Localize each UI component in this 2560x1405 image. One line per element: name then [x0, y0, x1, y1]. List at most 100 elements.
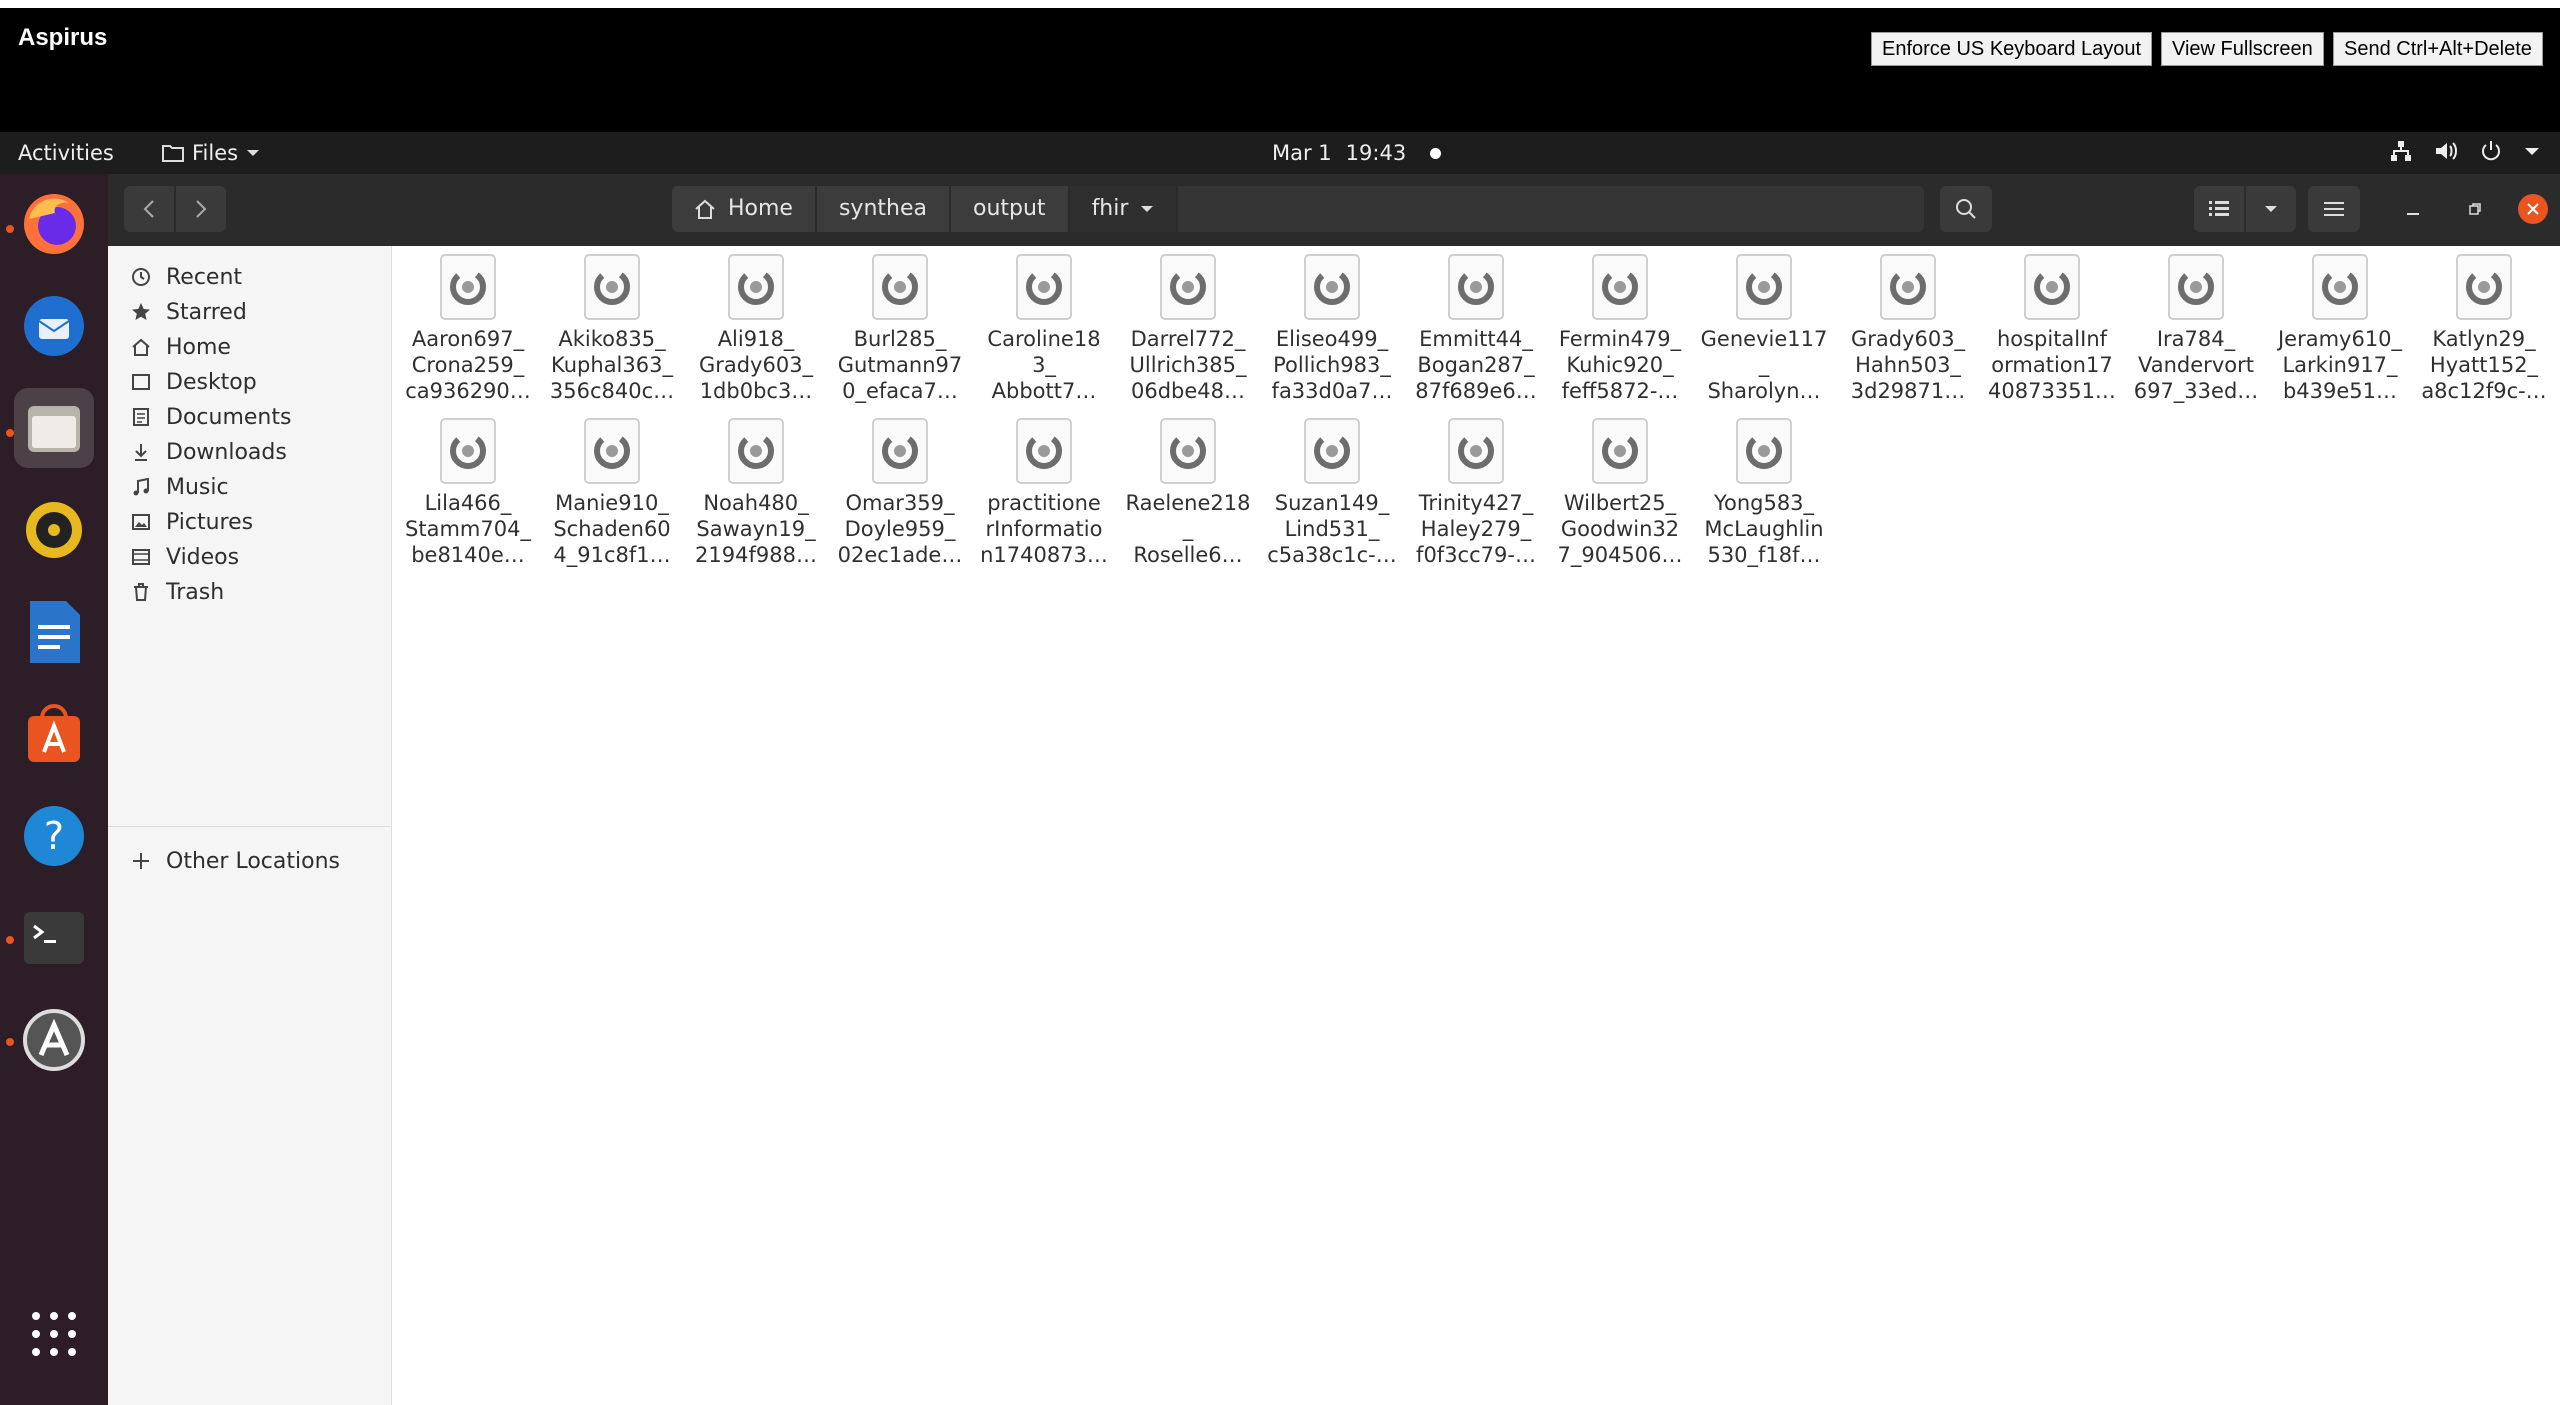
crumb-synthea[interactable]: synthea	[816, 186, 949, 232]
clock-time: 19:43	[1345, 141, 1407, 165]
rhythmbox-icon[interactable]	[14, 490, 94, 570]
plus-icon	[130, 850, 152, 872]
file-name: Emmitt44_ Bogan287_ 87f689e6…	[1415, 327, 1537, 403]
minimize-button[interactable]	[2398, 194, 2428, 224]
menu-button[interactable]	[2308, 186, 2360, 232]
star-icon	[130, 301, 152, 323]
file-name: Eliseo499_ Pollich983_ fa33d0a7…	[1271, 327, 1393, 403]
file-item[interactable]: Darrel772_ Ullrich385_ 06dbe48…	[1120, 254, 1256, 404]
sidebar-item-label: Recent	[166, 264, 243, 290]
terminal-icon[interactable]	[14, 898, 94, 978]
file-item[interactable]: Omar359_ Doyle959_ 02ec1ade…	[832, 418, 968, 568]
json-file-icon	[1592, 254, 1648, 320]
sidebar-item-label: Videos	[166, 544, 240, 570]
chevron-right-icon	[196, 200, 207, 218]
file-name: Grady603_ Hahn503_ 3d29871…	[1850, 327, 1966, 403]
json-file-icon	[872, 254, 928, 320]
file-name: Burl285_ Gutmann97 0_efaca7…	[837, 327, 963, 403]
thunderbird-icon[interactable]	[14, 286, 94, 366]
file-name: Suzan149_ Lind531_ c5a38c1c-…	[1267, 491, 1397, 567]
sidebar-item-label: Downloads	[166, 439, 287, 465]
file-item[interactable]: Grady603_ Hahn503_ 3d29871…	[1840, 254, 1976, 404]
show-apps-icon[interactable]	[14, 1294, 94, 1374]
update-icon[interactable]	[14, 1000, 94, 1080]
firefox-icon[interactable]	[14, 184, 94, 264]
file-name: Akiko835_ Kuphal363_ 356c840c…	[549, 327, 675, 403]
file-item[interactable]: Lila466_ Stamm704_ be8140e…	[400, 418, 536, 568]
file-item[interactable]: Suzan149_ Lind531_ c5a38c1c-…	[1264, 418, 1400, 568]
crumb-label: Home	[728, 196, 793, 221]
writer-icon[interactable]	[14, 592, 94, 672]
json-file-icon	[440, 418, 496, 484]
maximize-button[interactable]	[2460, 194, 2490, 224]
file-item[interactable]: Aaron697_ Crona259_ ca936290…	[400, 254, 536, 404]
close-button[interactable]	[2518, 194, 2548, 224]
clock[interactable]: Mar 1 19:43	[1272, 141, 1442, 165]
search-button[interactable]	[1940, 186, 1992, 232]
files-headerbar: Home synthea output fhir	[108, 174, 2560, 246]
send-ctrl-alt-delete-button[interactable]: Send Ctrl+Alt+Delete	[2333, 32, 2543, 66]
file-item[interactable]: Emmitt44_ Bogan287_ 87f689e6…	[1408, 254, 1544, 404]
file-item[interactable]: Ali918_ Grady603_ 1db0bc3…	[688, 254, 824, 404]
file-name: Lila466_ Stamm704_ be8140e…	[405, 491, 531, 567]
sidebar-item-label: Desktop	[166, 369, 257, 395]
sidebar-item-label: Starred	[166, 299, 247, 325]
document-icon	[130, 406, 152, 428]
clock-icon	[130, 266, 152, 288]
view-fullscreen-button[interactable]: View Fullscreen	[2161, 32, 2324, 66]
restore-icon	[2469, 203, 2481, 215]
view-list-button[interactable]	[2194, 186, 2244, 232]
chevron-down-icon	[1141, 206, 1154, 212]
file-item[interactable]: hospitalInf ormation17 40873351…	[1984, 254, 2120, 404]
file-name: Ira784_ Vandervort 697_33ed…	[2133, 327, 2259, 403]
file-item[interactable]: Eliseo499_ Pollich983_ fa33d0a7…	[1264, 254, 1400, 404]
running-indicator	[6, 936, 14, 944]
back-button[interactable]	[124, 186, 174, 232]
sidebar-item-label: Trash	[166, 579, 225, 605]
forward-button[interactable]	[176, 186, 226, 232]
file-item[interactable]: Katlyn29_ Hyatt152_ a8c12f9c-…	[2416, 254, 2552, 404]
app-menu-files[interactable]: Files	[162, 141, 260, 165]
file-item[interactable]: Trinity427_ Haley279_ f0f3cc79-…	[1408, 418, 1544, 568]
system-tray[interactable]	[2390, 140, 2540, 162]
json-file-icon	[2024, 254, 2080, 320]
file-name: Darrel772_ Ullrich385_ 06dbe48…	[1129, 327, 1247, 403]
sidebar-item-label: Home	[166, 334, 231, 360]
svg-text:?: ?	[44, 814, 64, 858]
json-file-icon	[1592, 418, 1648, 484]
crumb-output[interactable]: output	[950, 186, 1068, 232]
file-item[interactable]: Manie910_ Schaden60 4_91c8f1…	[544, 418, 680, 568]
file-name: Ali918_ Grady603_ 1db0bc3…	[698, 327, 814, 403]
help-icon[interactable]: ?	[14, 796, 94, 876]
file-item[interactable]: Akiko835_ Kuphal363_ 356c840c…	[544, 254, 680, 404]
sidebar-item-other-locations[interactable]: Other Locations	[108, 838, 392, 884]
json-file-icon	[728, 418, 784, 484]
file-item[interactable]: Burl285_ Gutmann97 0_efaca7…	[832, 254, 968, 404]
file-item[interactable]: Raelene218 _ Roselle6…	[1120, 418, 1256, 568]
json-file-icon	[2456, 254, 2512, 320]
sidebar-item-trash[interactable]: Trash	[108, 569, 392, 615]
json-file-icon	[1160, 418, 1216, 484]
app-center-icon[interactable]	[14, 694, 94, 774]
file-name: Manie910_ Schaden60 4_91c8f1…	[553, 491, 671, 567]
file-item[interactable]: Wilbert25_ Goodwin32 7_904506…	[1552, 418, 1688, 568]
files-icon[interactable]	[14, 388, 94, 468]
file-item[interactable]: Ira784_ Vandervort 697_33ed…	[2128, 254, 2264, 404]
file-item[interactable]: Fermin479_ Kuhic920_ feff5872-…	[1552, 254, 1688, 404]
file-item[interactable]: Yong583_ McLaughlin 530_f18f…	[1696, 418, 1832, 568]
file-name: Noah480_ Sawayn19_ 2194f988…	[695, 491, 817, 567]
enforce-keyboard-button[interactable]: Enforce US Keyboard Layout	[1871, 32, 2153, 66]
top-panel: Activities Files Mar 1 19:43	[0, 132, 2560, 174]
file-item[interactable]: Caroline18 3_ Abbott7…	[976, 254, 1112, 404]
file-item[interactable]: Noah480_ Sawayn19_ 2194f988…	[688, 418, 824, 568]
crumb-fhir[interactable]: fhir	[1069, 186, 1177, 232]
volume-icon	[2436, 142, 2457, 160]
activities-button[interactable]: Activities	[18, 141, 114, 165]
file-item[interactable]: Genevie117 _ Sharolyn…	[1696, 254, 1832, 404]
crumb-label: fhir	[1091, 196, 1129, 221]
crumb-home[interactable]: Home	[672, 186, 815, 232]
file-item[interactable]: Jeramy610_ Larkin917_ b439e51…	[2272, 254, 2408, 404]
json-file-icon	[2312, 254, 2368, 320]
file-item[interactable]: practitione rInformatio n1740873…	[976, 418, 1112, 568]
view-options-button[interactable]	[2246, 186, 2296, 232]
